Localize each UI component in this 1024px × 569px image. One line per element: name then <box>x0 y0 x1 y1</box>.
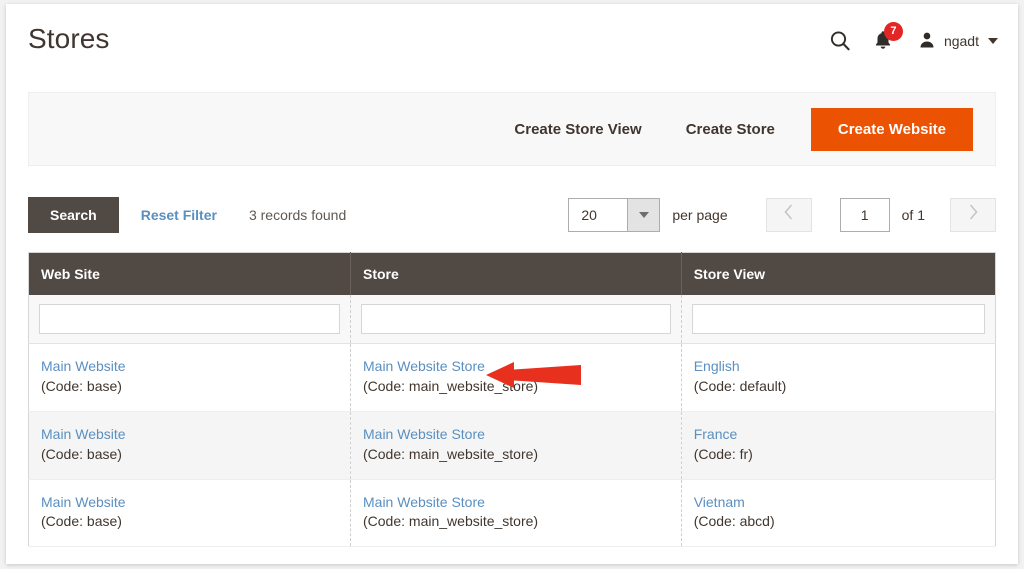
user-avatar-icon <box>917 30 937 53</box>
reset-filter-link[interactable]: Reset Filter <box>141 207 217 223</box>
chevron-left-icon <box>783 203 795 227</box>
create-store-button[interactable]: Create Store <box>664 111 797 148</box>
filter-cell-store <box>350 295 682 344</box>
grid-toolbar: Search Reset Filter 3 records found 20 p… <box>28 194 996 236</box>
create-website-button[interactable]: Create Website <box>810 107 973 151</box>
grid-header-row: Web Site Store Store View <box>28 252 996 295</box>
total-pages-label: of 1 <box>901 207 925 223</box>
store-view-code: (Code: abcd) <box>693 513 775 530</box>
cell-web-site: Main Website (Code: base) <box>28 343 351 412</box>
filter-input-web-site[interactable] <box>39 304 340 334</box>
search-icon-glyph <box>828 29 852 53</box>
account-name: ngadt <box>943 33 979 49</box>
account-menu[interactable]: ngadt <box>917 30 998 53</box>
column-header-store[interactable]: Store <box>350 252 682 295</box>
store-view-code: (Code: fr) <box>693 445 753 462</box>
store-code: (Code: main_website_store) <box>363 513 539 530</box>
per-page-label: per page <box>672 207 728 223</box>
search-button[interactable]: Search <box>28 197 119 233</box>
column-header-store-view[interactable]: Store View <box>681 252 996 295</box>
filter-cell-store-view <box>681 295 996 344</box>
cell-store-view: France (Code: fr) <box>681 411 996 480</box>
grid-filter-row <box>28 295 996 344</box>
chevron-right-icon <box>967 203 979 227</box>
page-number-input[interactable] <box>839 198 890 232</box>
records-found-label: 3 records found <box>248 207 347 223</box>
next-page-button[interactable] <box>950 198 996 232</box>
table-row[interactable]: Main Website (Code: base) Main Website S… <box>28 411 996 480</box>
pager: 20 per page of 1 <box>568 194 996 236</box>
store-code: (Code: main_website_store) <box>363 377 539 394</box>
chevron-down-icon <box>988 38 998 44</box>
table-row[interactable]: Main Website (Code: base) Main Website S… <box>28 343 996 412</box>
page-header: Stores 7 ngadt <box>6 4 1018 82</box>
per-page-select[interactable]: 20 <box>568 198 661 232</box>
store-link[interactable]: Main Website Store <box>363 425 669 444</box>
store-view-link[interactable]: France <box>694 425 983 444</box>
stores-grid: Web Site Store Store View Main Website (… <box>28 252 996 548</box>
cell-store: Main Website Store (Code: main_website_s… <box>350 343 682 412</box>
store-view-link[interactable]: English <box>694 357 983 376</box>
per-page-value: 20 <box>581 207 597 223</box>
filter-input-store-view[interactable] <box>691 304 985 334</box>
website-code: (Code: base) <box>41 513 122 530</box>
cell-web-site: Main Website (Code: base) <box>28 411 351 480</box>
cell-store: Main Website Store (Code: main_website_s… <box>350 411 682 480</box>
column-header-web-site[interactable]: Web Site <box>28 252 351 295</box>
website-link[interactable]: Main Website <box>41 493 338 512</box>
store-view-code: (Code: default) <box>693 377 787 394</box>
store-view-link[interactable]: Vietnam <box>694 493 983 512</box>
page-card: Stores 7 ngadt Create Store View Create … <box>6 4 1018 564</box>
notification-count-badge: 7 <box>883 22 903 41</box>
chevron-down-icon[interactable] <box>627 199 660 231</box>
filter-input-store[interactable] <box>361 304 671 334</box>
store-link[interactable]: Main Website Store <box>363 493 669 512</box>
website-link[interactable]: Main Website <box>41 357 338 376</box>
store-link[interactable]: Main Website Store <box>363 357 669 376</box>
cell-web-site: Main Website (Code: base) <box>28 479 351 548</box>
cell-store: Main Website Store (Code: main_website_s… <box>350 479 682 548</box>
filter-cell-web-site <box>28 295 351 344</box>
website-code: (Code: base) <box>41 377 122 394</box>
header-tools: 7 ngadt <box>819 22 998 58</box>
page-title: Stores <box>28 23 110 54</box>
create-store-view-button[interactable]: Create Store View <box>492 111 663 148</box>
table-row[interactable]: Main Website (Code: base) Main Website S… <box>28 479 996 548</box>
store-code: (Code: main_website_store) <box>363 445 539 462</box>
website-code: (Code: base) <box>41 445 122 462</box>
website-link[interactable]: Main Website <box>41 425 338 444</box>
search-icon[interactable] <box>819 24 861 58</box>
page-actions-bar: Create Store View Create Store Create We… <box>28 92 996 166</box>
cell-store-view: English (Code: default) <box>681 343 996 412</box>
cell-store-view: Vietnam (Code: abcd) <box>681 479 996 548</box>
previous-page-button[interactable] <box>765 198 812 232</box>
notifications-button[interactable]: 7 <box>861 22 905 58</box>
